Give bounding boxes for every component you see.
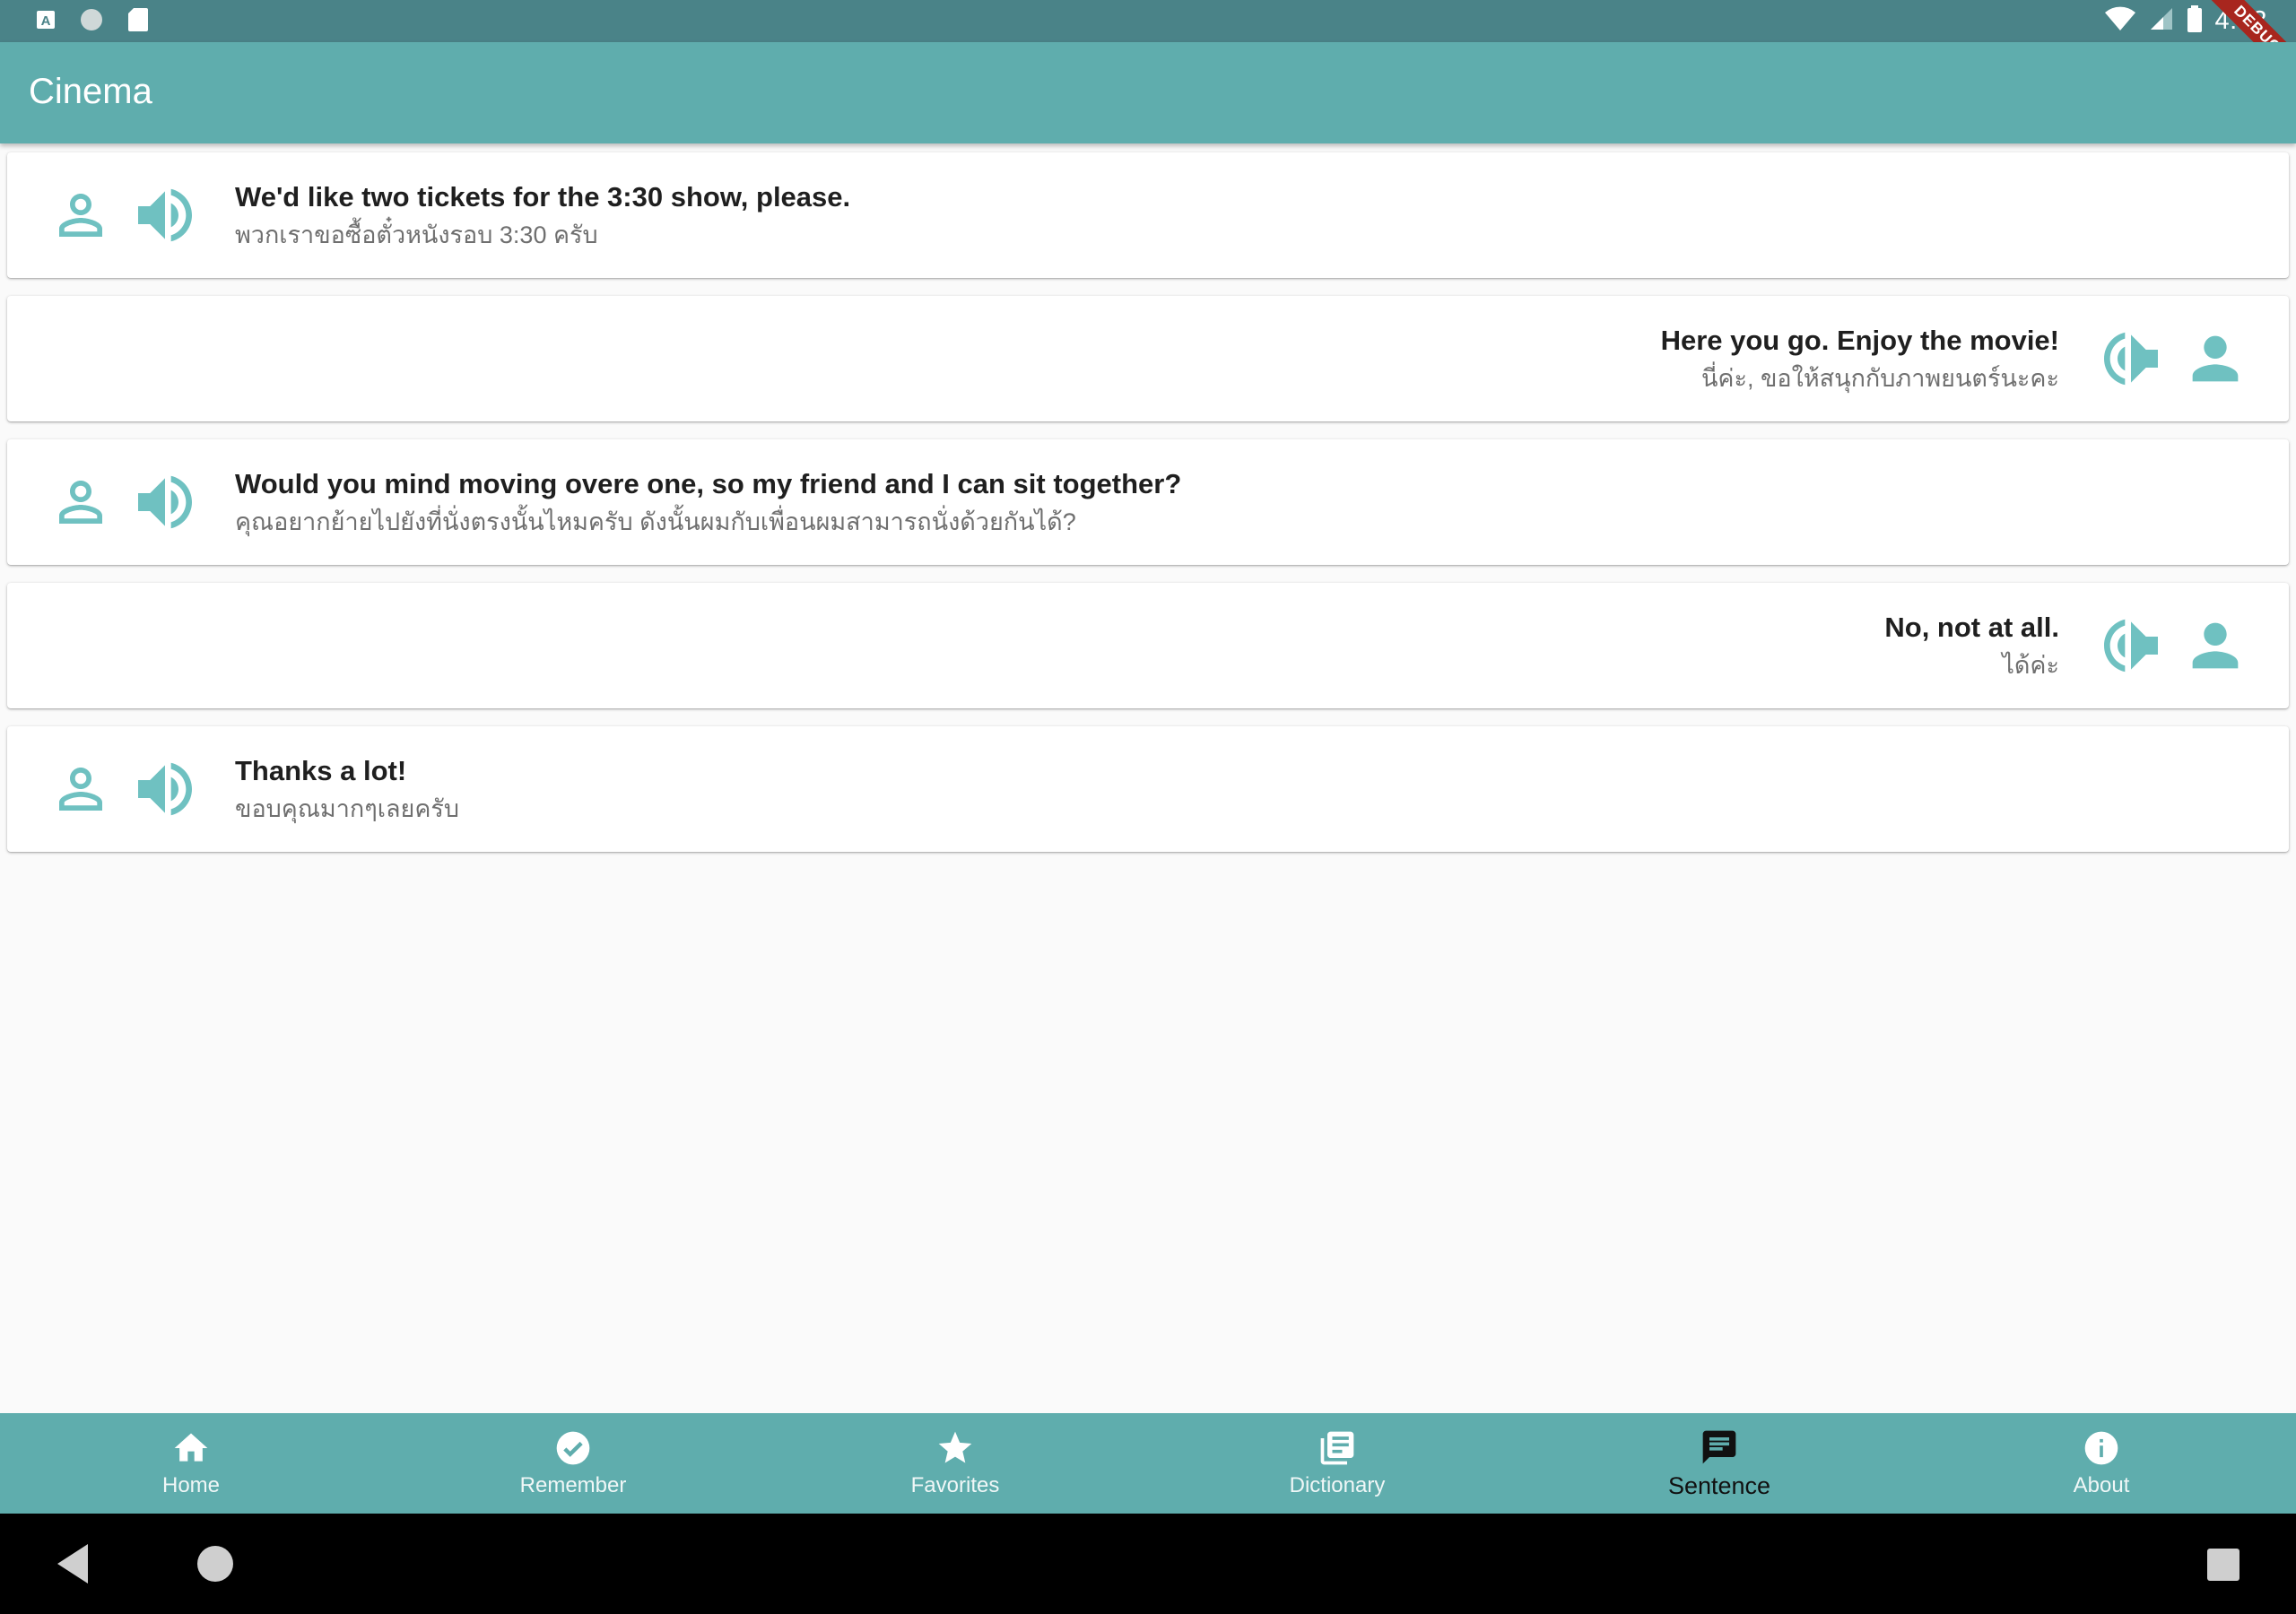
thai-translation: ได้ค่ะ [2002,652,2059,679]
sentence-card: Would you mind moving overe one, so my f… [7,439,2289,565]
home-icon [171,1428,211,1468]
sentence-card: We'd like two tickets for the 3:30 show,… [7,152,2289,278]
thai-translation: คุณอยากย้ายไปยังที่นั่งตรงนั้นไหมครับ ดั… [235,508,1076,535]
thai-translation: พวกเราขอซื้อตั๋วหนังรอบ 3:30 ครับ [235,221,598,248]
person-outline-icon [45,466,117,538]
english-sentence: Thanks a lot! [235,755,407,786]
nav-label: Home [161,1473,221,1497]
sd-card-icon [127,7,149,37]
sentence-list: We'd like two tickets for the 3:30 show,… [7,152,2289,870]
info-icon [2082,1428,2121,1468]
system-navigation-bar [0,1514,2296,1614]
nav-label: Remember [519,1473,627,1497]
star-icon [935,1428,975,1468]
person-outline-icon [45,179,117,251]
page-title: Cinema [29,72,152,111]
english-sentence: Here you go. Enjoy the movie! [1660,325,2059,356]
status-bar: A 4:03 DEBUG [0,0,2296,99]
nav-remember[interactable]: Remember [382,1413,764,1514]
nav-dictionary[interactable]: Dictionary [1146,1413,1528,1514]
thai-translation: ขอบคุณมากๆเลยครับ [235,795,460,822]
sentence-texts: Thanks a lot! ขอบคุณมากๆเลยครับ [235,753,459,825]
app-bar: Cinema [0,42,2296,143]
nav-about[interactable]: About [1910,1413,2292,1514]
sentence-texts: No, not at all. ได้ค่ะ [1884,610,2059,681]
bottom-navigation: Home Remember Favorites Dictionary Sente… [0,1413,2296,1514]
sentence-texts: Here you go. Enjoy the movie! นี่ค่ะ, ขอ… [1661,323,2059,395]
back-icon[interactable] [54,1540,93,1592]
sentence-texts: We'd like two tickets for the 3:30 show,… [235,179,850,251]
person-filled-icon [2179,323,2251,395]
notification-a-icon: A [36,10,56,34]
nav-label: Dictionary [1289,1473,1386,1497]
person-outline-icon [45,753,117,825]
cell-signal-icon [2149,6,2174,36]
english-sentence: No, not at all. [1884,612,2059,643]
nav-label: About [2073,1473,2130,1497]
person-filled-icon [2179,610,2251,681]
speaker-icon[interactable] [129,466,201,538]
nav-label: Sentence [1667,1471,1771,1499]
sentence-card: No, not at all. ได้ค่ะ [7,583,2289,708]
speaker-icon[interactable] [129,753,201,825]
check-circle-icon [553,1428,593,1468]
english-sentence: Would you mind moving overe one, so my f… [235,468,1182,499]
speaker-icon[interactable] [2095,610,2167,681]
chat-icon [1700,1427,1739,1467]
sentence-card: Here you go. Enjoy the movie! นี่ค่ะ, ขอ… [7,296,2289,421]
english-sentence: We'd like two tickets for the 3:30 show,… [235,181,851,213]
speaker-icon[interactable] [129,179,201,251]
thai-translation: นี่ค่ะ, ขอให้สนุกกับภาพยนตร์นะคะ [1700,365,2059,392]
wifi-icon [2104,6,2136,36]
nav-favorites[interactable]: Favorites [764,1413,1146,1514]
nav-sentence[interactable]: Sentence [1528,1413,1910,1514]
sentence-card: Thanks a lot! ขอบคุณมากๆเลยครับ [7,726,2289,852]
nav-label: Favorites [910,1473,1000,1497]
speaker-icon[interactable] [2095,323,2167,395]
notification-circle-icon [79,7,104,37]
sentence-texts: Would you mind moving overe one, so my f… [235,466,1181,538]
nav-home[interactable]: Home [0,1413,382,1514]
recents-square-icon[interactable] [2206,1548,2240,1586]
svg-text:A: A [41,13,51,29]
battery-icon [2187,5,2203,37]
home-circle-icon[interactable] [196,1544,235,1588]
dictionary-icon [1318,1428,1357,1468]
